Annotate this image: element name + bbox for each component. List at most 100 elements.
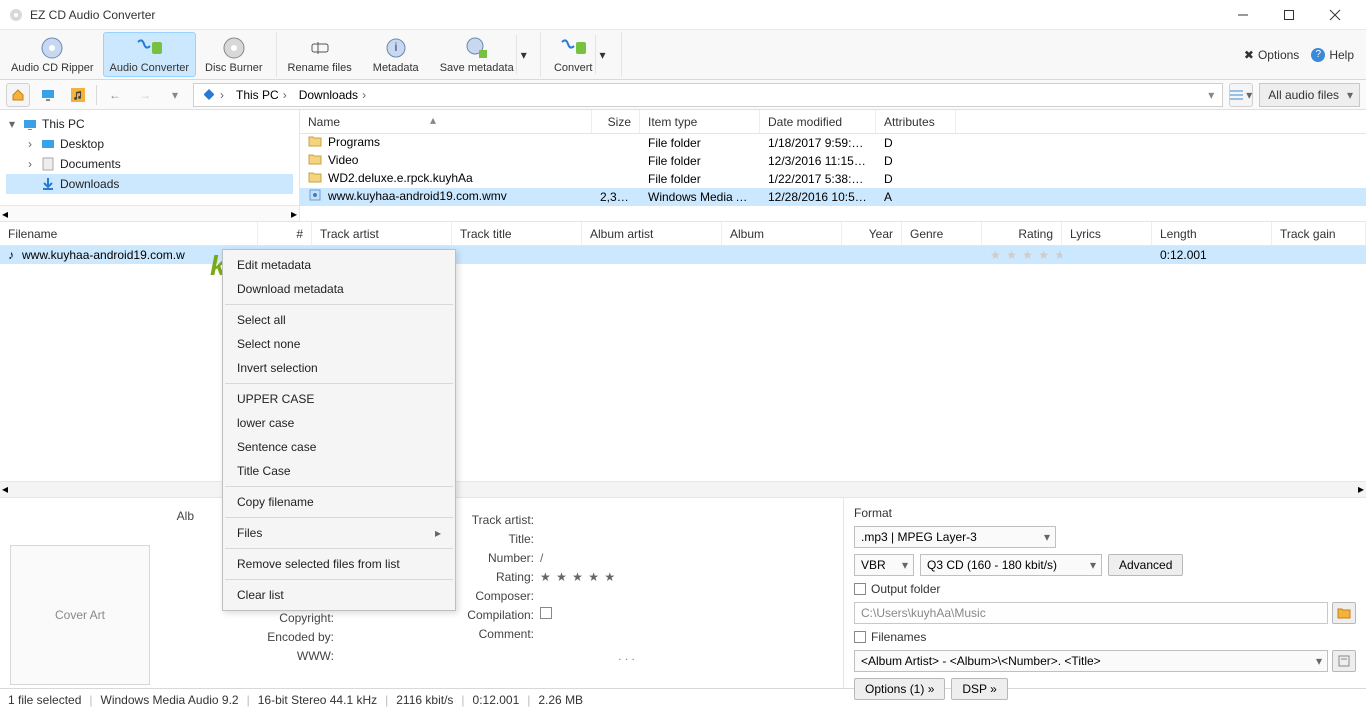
status-duration: 0:12.001 bbox=[473, 693, 520, 707]
status-selected: 1 file selected bbox=[8, 693, 81, 707]
filename-pattern-combo[interactable]: <Album Artist> - <Album>\<Number>. <Titl… bbox=[854, 650, 1328, 672]
more-dots[interactable]: . . . bbox=[420, 643, 833, 663]
breadcrumb-thispc[interactable]: This PC› bbox=[232, 88, 291, 102]
col-type: Item type bbox=[640, 110, 760, 133]
folder-icon bbox=[1337, 607, 1351, 619]
cm-edit-metadata[interactable]: Edit metadata bbox=[223, 253, 455, 277]
file-list: Name Size Item type Date modified Attrib… bbox=[300, 110, 1366, 221]
queue-list[interactable]: ♪www.kuyhaa-android19.com.w ★ ★ ★ ★ ★ ✎ … bbox=[0, 246, 1366, 498]
cm-remove-selected[interactable]: Remove selected files from list bbox=[223, 552, 455, 576]
col-name: Name bbox=[300, 110, 592, 133]
file-row[interactable]: www.kuyhaa-android19.com.wmv2,318 KBWind… bbox=[300, 188, 1366, 206]
help-icon: ? bbox=[1311, 48, 1325, 62]
advanced-button[interactable]: Advanced bbox=[1108, 554, 1183, 576]
filter-combo[interactable]: All audio files bbox=[1259, 83, 1360, 107]
edit-icon bbox=[1338, 655, 1350, 667]
audio-cd-ripper-button[interactable]: Audio CD Ripper bbox=[4, 32, 101, 77]
format-panel: Format .mp3 | MPEG Layer-3 VBR Q3 CD (16… bbox=[843, 498, 1366, 688]
home-nav-button[interactable] bbox=[6, 83, 30, 107]
codec-combo[interactable]: .mp3 | MPEG Layer-3 bbox=[854, 526, 1056, 548]
status-bits: 16-bit Stereo 44.1 kHz bbox=[258, 693, 377, 707]
status-rate: 2116 kbit/s bbox=[396, 693, 453, 707]
rename-files-button[interactable]: Rename files bbox=[281, 32, 359, 77]
wrench-icon: ✖ bbox=[1244, 48, 1254, 62]
audio-file-icon: ♪ bbox=[8, 248, 22, 262]
tree-thispc[interactable]: ▾This PC bbox=[6, 114, 293, 134]
dsp-button[interactable]: DSP » bbox=[951, 678, 1007, 700]
convert-icon bbox=[134, 36, 164, 60]
mode-combo[interactable]: VBR bbox=[854, 554, 914, 576]
cm-upper-case[interactable]: UPPER CASE bbox=[223, 387, 455, 411]
filenames-check[interactable]: Filenames bbox=[854, 630, 1356, 644]
tree-desktop[interactable]: ›Desktop bbox=[6, 134, 293, 154]
cm-title-case[interactable]: Title Case bbox=[223, 459, 455, 483]
minimize-button[interactable] bbox=[1220, 0, 1266, 30]
status-size: 2.26 MB bbox=[538, 693, 583, 707]
options-link[interactable]: ✖Options bbox=[1244, 48, 1299, 62]
status-codec: Windows Media Audio 9.2 bbox=[101, 693, 239, 707]
file-row[interactable]: ProgramsFile folder1/18/2017 9:59:06 ...… bbox=[300, 134, 1366, 152]
save-metadata-button[interactable]: Save metadata ▾ bbox=[433, 32, 534, 77]
rating-stars[interactable]: ★ ★ ★ ★ ★ bbox=[990, 248, 1062, 262]
tree-downloads[interactable]: Downloads bbox=[6, 174, 293, 194]
queue-row[interactable]: ♪www.kuyhaa-android19.com.w ★ ★ ★ ★ ★ ✎ … bbox=[0, 246, 1366, 264]
main-toolbar: Audio CD Ripper Audio Converter Disc Bur… bbox=[0, 30, 1366, 80]
cm-sentence-case[interactable]: Sentence case bbox=[223, 435, 455, 459]
breadcrumb-expand[interactable]: ▾ bbox=[1208, 88, 1218, 102]
output-path-field[interactable]: C:\Users\kuyhAa\Music bbox=[854, 602, 1328, 624]
help-link[interactable]: ?Help bbox=[1311, 48, 1354, 62]
cm-files[interactable]: Files bbox=[223, 521, 455, 545]
save-metadata-icon bbox=[465, 36, 489, 60]
cover-art-box[interactable]: Cover Art bbox=[10, 545, 150, 685]
forward-button[interactable]: → bbox=[133, 83, 157, 107]
compilation-checkbox[interactable] bbox=[540, 607, 552, 619]
file-list-header[interactable]: Name Size Item type Date modified Attrib… bbox=[300, 110, 1366, 134]
rating-edit[interactable]: ★ ★ ★ ★ ★ bbox=[540, 570, 833, 584]
desktop-nav-button[interactable] bbox=[36, 83, 60, 107]
context-menu: Edit metadata Download metadata Select a… bbox=[222, 249, 456, 611]
monitor-icon bbox=[41, 88, 55, 102]
col-date: Date modified bbox=[760, 110, 876, 133]
options-button[interactable]: Options (1) » bbox=[854, 678, 945, 700]
audio-converter-button[interactable]: Audio Converter bbox=[103, 32, 197, 77]
close-button[interactable] bbox=[1312, 0, 1358, 30]
file-row[interactable]: VideoFile folder12/3/2016 11:15:19...D bbox=[300, 152, 1366, 170]
browse-folder-button[interactable] bbox=[1332, 602, 1356, 624]
cm-copy-filename[interactable]: Copy filename bbox=[223, 490, 455, 514]
queue-scrollbar[interactable]: ◂▸ bbox=[0, 481, 1366, 497]
filename-edit-button[interactable] bbox=[1332, 650, 1356, 672]
breadcrumb[interactable]: › This PC› Downloads› ▾ bbox=[193, 83, 1223, 107]
title-bar: EZ CD Audio Converter bbox=[0, 0, 1366, 30]
convert-dropdown[interactable]: ▾ bbox=[595, 35, 606, 74]
metadata-icon: i bbox=[384, 36, 408, 60]
convert-button[interactable]: Convert ▾ bbox=[545, 32, 615, 77]
tree-documents[interactable]: ›Documents bbox=[6, 154, 293, 174]
cm-download-metadata[interactable]: Download metadata bbox=[223, 277, 455, 301]
tree-scrollbar[interactable]: ◂▸ bbox=[0, 205, 299, 221]
output-folder-check[interactable]: Output folder bbox=[854, 582, 1356, 596]
breadcrumb-downloads[interactable]: Downloads› bbox=[295, 88, 370, 102]
metadata-button[interactable]: i Metadata bbox=[361, 32, 431, 77]
cm-invert-selection[interactable]: Invert selection bbox=[223, 356, 455, 380]
back-button[interactable]: ← bbox=[103, 83, 127, 107]
sort-indicator: ▴ bbox=[430, 113, 436, 127]
file-row[interactable]: WD2.deluxe.e.rpck.kuyhAaFile folder1/22/… bbox=[300, 170, 1366, 188]
cm-select-all[interactable]: Select all bbox=[223, 308, 455, 332]
cd-icon bbox=[40, 36, 64, 60]
maximize-button[interactable] bbox=[1266, 0, 1312, 30]
preset-combo[interactable]: Q3 CD (160 - 180 kbit/s) bbox=[920, 554, 1102, 576]
disc-burner-button[interactable]: Disc Burner bbox=[198, 32, 269, 77]
drive-icon bbox=[202, 88, 216, 102]
queue-header[interactable]: Filename # Track artist Track title Albu… bbox=[0, 222, 1366, 246]
format-label: Format bbox=[854, 506, 1356, 520]
cm-clear-list[interactable]: Clear list bbox=[223, 583, 455, 607]
view-list-button[interactable]: ▾ bbox=[1229, 83, 1253, 107]
col-size: Size bbox=[592, 110, 640, 133]
app-icon bbox=[8, 7, 24, 23]
folder-tree[interactable]: ▾This PC ›Desktop ›Documents Downloads ◂… bbox=[0, 110, 300, 221]
save-metadata-dropdown[interactable]: ▾ bbox=[516, 35, 527, 74]
music-nav-button[interactable] bbox=[66, 83, 90, 107]
cm-select-none[interactable]: Select none bbox=[223, 332, 455, 356]
cm-lower-case[interactable]: lower case bbox=[223, 411, 455, 435]
history-dropdown[interactable]: ▾ bbox=[163, 83, 187, 107]
